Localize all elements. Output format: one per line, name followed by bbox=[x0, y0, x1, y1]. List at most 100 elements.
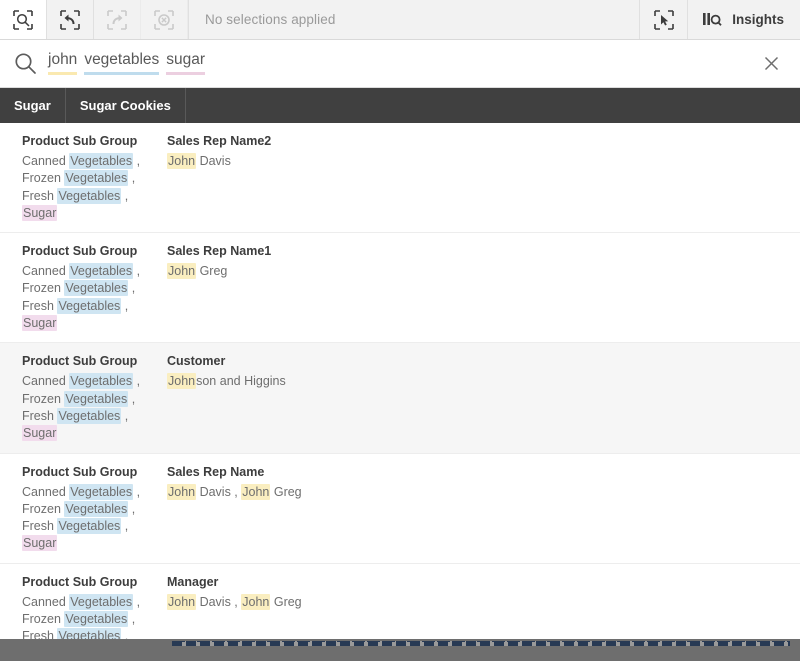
result-value-line[interactable]: Frozen Vegetables , bbox=[22, 611, 167, 628]
result-field-title: Product Sub Group bbox=[22, 353, 167, 369]
step-back-button[interactable] bbox=[47, 0, 94, 39]
result-field-values[interactable]: John Davis , John Greg bbox=[167, 594, 800, 611]
dashed-divider bbox=[172, 641, 790, 646]
result-value-line[interactable]: Sugar bbox=[22, 425, 167, 442]
match-highlight-blue: Vegetables bbox=[57, 518, 121, 534]
match-highlight-blue: Vegetables bbox=[69, 373, 133, 389]
value-text: , bbox=[121, 299, 128, 313]
result-column-left: Product Sub Group Canned Vegetables ,Froz… bbox=[22, 464, 167, 553]
match-highlight-blue: Vegetables bbox=[64, 611, 128, 627]
step-forward-button[interactable] bbox=[94, 0, 141, 39]
value-text: Fresh bbox=[22, 299, 57, 313]
result-field-values[interactable]: John Davis , John Greg bbox=[167, 484, 800, 501]
value-text: Frozen bbox=[22, 281, 64, 295]
result-field-values[interactable]: John Davis bbox=[167, 153, 800, 170]
result-field-values[interactable]: Canned Vegetables ,Frozen Vegetables ,Fr… bbox=[22, 373, 167, 442]
result-field-values[interactable]: Canned Vegetables ,Frozen Vegetables ,Fr… bbox=[22, 263, 167, 332]
result-column-left: Product Sub Group Canned Vegetables ,Froz… bbox=[22, 243, 167, 332]
selection-search-button[interactable] bbox=[0, 0, 47, 39]
value-text: , bbox=[133, 595, 140, 609]
match-highlight-blue: Vegetables bbox=[69, 153, 133, 169]
value-text: Davis , bbox=[196, 595, 241, 609]
value-text: , bbox=[128, 502, 135, 516]
clear-all-selections-button[interactable] bbox=[141, 0, 188, 39]
match-highlight-yellow: John bbox=[241, 594, 270, 610]
search-bar[interactable]: john vegetables sugar bbox=[0, 40, 800, 88]
result-column-left: Product Sub GroupCanned Vegetables ,Froz… bbox=[22, 133, 167, 222]
match-highlight-blue: Vegetables bbox=[69, 484, 133, 500]
insights-label: Insights bbox=[732, 12, 784, 27]
selection-tool-button[interactable] bbox=[640, 0, 687, 39]
value-text: Greg bbox=[270, 595, 301, 609]
insights-button[interactable]: Insights bbox=[687, 0, 800, 39]
result-value-line[interactable]: Sugar bbox=[22, 205, 167, 222]
match-highlight-blue: Vegetables bbox=[69, 594, 133, 610]
value-text: , bbox=[128, 171, 135, 185]
value-text: , bbox=[133, 264, 140, 278]
result-value-line[interactable]: John Davis , John Greg bbox=[167, 484, 800, 501]
result-field-values[interactable]: Canned Vegetables ,Frozen Vegetables ,Fr… bbox=[22, 153, 167, 222]
result-field-title: Product Sub Group bbox=[22, 464, 167, 480]
result-row[interactable]: Product Sub GroupCanned Vegetables ,Froz… bbox=[0, 343, 800, 453]
clear-selections-icon bbox=[154, 10, 174, 30]
result-value-line[interactable]: Frozen Vegetables , bbox=[22, 391, 167, 408]
result-value-line[interactable]: Fresh Vegetables , bbox=[22, 518, 167, 535]
value-text: Frozen bbox=[22, 392, 64, 406]
value-text: son and Higgins bbox=[196, 374, 286, 388]
result-value-line[interactable]: Canned Vegetables , bbox=[22, 373, 167, 390]
value-text: Fresh bbox=[22, 189, 57, 203]
result-value-line[interactable]: Johnson and Higgins bbox=[167, 373, 800, 390]
value-text: Fresh bbox=[22, 519, 57, 533]
result-value-line[interactable]: Frozen Vegetables , bbox=[22, 170, 167, 187]
match-highlight-blue: Vegetables bbox=[64, 280, 128, 296]
match-highlight-blue: Vegetables bbox=[57, 188, 121, 204]
selection-status-text: No selections applied bbox=[205, 12, 335, 27]
top-toolbar: No selections applied Insights bbox=[0, 0, 800, 40]
result-value-line[interactable]: Canned Vegetables , bbox=[22, 484, 167, 501]
result-field-values[interactable]: Canned Vegetables ,Frozen Vegetables ,Fr… bbox=[22, 484, 167, 553]
match-highlight-yellow: John bbox=[167, 263, 196, 279]
bottom-bar bbox=[0, 639, 800, 661]
result-field-title: Product Sub Group bbox=[22, 243, 167, 259]
result-row[interactable]: Product Sub Group Canned Vegetables ,Froz… bbox=[0, 454, 800, 564]
result-value-line[interactable]: Sugar bbox=[22, 535, 167, 552]
value-text: , bbox=[121, 519, 128, 533]
tab-bar-filler bbox=[186, 88, 800, 123]
result-value-line[interactable]: Canned Vegetables , bbox=[22, 153, 167, 170]
search-icon-wrapper bbox=[14, 52, 48, 75]
result-value-line[interactable]: John Davis bbox=[167, 153, 800, 170]
result-row[interactable]: Product Sub Group Canned Vegetables ,Froz… bbox=[0, 233, 800, 343]
value-text: Davis bbox=[196, 154, 231, 168]
tab-sugar-label: Sugar bbox=[14, 98, 51, 113]
result-column-right: Sales Rep Name2 John Davis bbox=[167, 133, 800, 222]
result-value-line[interactable]: Frozen Vegetables , bbox=[22, 280, 167, 297]
tab-sugar-cookies[interactable]: Sugar Cookies bbox=[66, 88, 186, 123]
result-column-right: Sales Rep Name1 John Greg bbox=[167, 243, 800, 332]
value-text: Greg bbox=[270, 485, 301, 499]
value-text: , bbox=[133, 485, 140, 499]
value-text: Frozen bbox=[22, 612, 64, 626]
result-value-line[interactable]: Fresh Vegetables , bbox=[22, 408, 167, 425]
result-value-line[interactable]: Frozen Vegetables , bbox=[22, 501, 167, 518]
search-term-john[interactable]: john bbox=[48, 51, 77, 75]
result-value-line[interactable]: Fresh Vegetables , bbox=[22, 188, 167, 205]
result-field-title: Sales Rep Name1 bbox=[167, 243, 800, 259]
search-term-vegetables[interactable]: vegetables bbox=[84, 51, 159, 75]
result-value-line[interactable]: Sugar bbox=[22, 315, 167, 332]
clear-search-button[interactable] bbox=[756, 49, 786, 79]
result-row[interactable]: Product Sub GroupCanned Vegetables ,Froz… bbox=[0, 123, 800, 233]
result-value-line[interactable]: Canned Vegetables , bbox=[22, 594, 167, 611]
result-value-line[interactable]: Canned Vegetables , bbox=[22, 263, 167, 280]
tab-sugar[interactable]: Sugar bbox=[0, 88, 66, 123]
result-field-title: Sales Rep Name2 bbox=[167, 133, 800, 149]
search-input[interactable]: john vegetables sugar bbox=[48, 51, 756, 77]
result-value-line[interactable]: John Greg bbox=[167, 263, 800, 280]
result-value-line[interactable]: John Davis , John Greg bbox=[167, 594, 800, 611]
result-field-values[interactable]: Johnson and Higgins bbox=[167, 373, 800, 390]
match-highlight-pink: Sugar bbox=[22, 315, 57, 331]
search-term-sugar[interactable]: sugar bbox=[166, 51, 205, 75]
match-highlight-yellow: John bbox=[167, 484, 196, 500]
selection-search-icon bbox=[13, 10, 33, 30]
result-field-values[interactable]: John Greg bbox=[167, 263, 800, 280]
result-value-line[interactable]: Fresh Vegetables , bbox=[22, 298, 167, 315]
